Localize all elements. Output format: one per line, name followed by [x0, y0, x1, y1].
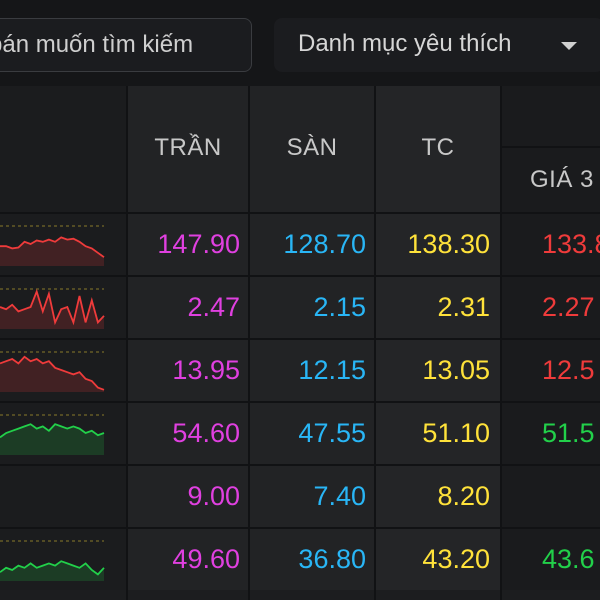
table-row[interactable]: 49.60 36.80 43.20 43.6: [0, 527, 600, 590]
sparkline-cell: [0, 403, 126, 464]
floor-price[interactable]: 7.40: [250, 466, 374, 527]
reference-price[interactable]: 2.31: [376, 277, 500, 338]
ceiling-price[interactable]: 13.95: [128, 340, 248, 401]
sparkline-area: [0, 237, 104, 266]
column-divider: [126, 86, 128, 600]
column-divider: [500, 86, 502, 600]
floor-price[interactable]: 12.15: [250, 340, 374, 401]
header-floor[interactable]: SÀN: [250, 86, 374, 212]
reference-price[interactable]: 138.30: [376, 214, 500, 275]
price3-value[interactable]: 2.27: [502, 277, 600, 338]
header-ceiling[interactable]: TRẦN: [128, 86, 248, 212]
sparkline-cell: [0, 340, 126, 401]
sparkline-cell: [0, 466, 126, 527]
price-board: Danh mục yêu thích TRẦN SÀN TC GIÁ 3 147…: [0, 0, 600, 600]
search-box[interactable]: [0, 18, 252, 72]
table-row[interactable]: 54.60 47.55 51.10 51.5: [0, 401, 600, 464]
sparkline: [0, 414, 105, 455]
table-header: TRẦN SÀN TC GIÁ 3: [0, 86, 600, 212]
header-price3-label: GIÁ 3: [530, 166, 594, 193]
price3-value[interactable]: 12.5: [502, 340, 600, 401]
ceiling-price[interactable]: 49.60: [128, 529, 248, 590]
sparkline-cell: [0, 214, 126, 275]
header-chart-cell: [0, 86, 126, 212]
sparkline: [0, 351, 105, 392]
reference-price[interactable]: 13.05: [376, 340, 500, 401]
stock-table: TRẦN SÀN TC GIÁ 3 147.90 128.70 138.30 133.…: [0, 86, 600, 600]
header-floor-label: SÀN: [286, 134, 338, 161]
watchlist-dropdown[interactable]: Danh mục yêu thích: [274, 18, 600, 72]
column-divider: [248, 86, 250, 600]
header-group-buy: [502, 86, 600, 146]
floor-price[interactable]: 128.70: [250, 214, 374, 275]
header-price3[interactable]: GIÁ 3: [502, 148, 600, 212]
floor-price[interactable]: 36.80: [250, 529, 374, 590]
floor-price[interactable]: 47.55: [250, 403, 374, 464]
ceiling-price[interactable]: 9.00: [128, 466, 248, 527]
table-row[interactable]: 2.47 2.15 2.31 2.27: [0, 275, 600, 338]
sparkline: [0, 288, 105, 329]
column-divider: [374, 86, 376, 600]
sparkline: [0, 540, 105, 581]
sparkline-cell: [0, 529, 126, 590]
ceiling-price[interactable]: 54.60: [128, 403, 248, 464]
price3-value[interactable]: 133.8: [502, 214, 600, 275]
reference-price[interactable]: 51.10: [376, 403, 500, 464]
price3-value[interactable]: 51.5: [502, 403, 600, 464]
floor-price[interactable]: 2.15: [250, 277, 374, 338]
table-row[interactable]: 13.95 12.15 13.05 12.5: [0, 338, 600, 401]
reference-price[interactable]: 8.20: [376, 466, 500, 527]
header-ceiling-label: TRẦN: [154, 134, 222, 161]
search-input[interactable]: [0, 19, 251, 71]
ceiling-price[interactable]: 2.47: [128, 277, 248, 338]
toolbar: Danh mục yêu thích: [0, 0, 600, 86]
table-row[interactable]: 147.90128.70138.30133.8: [0, 212, 600, 275]
sparkline: [0, 225, 105, 266]
watchlist-label: Danh mục yêu thích: [298, 30, 512, 57]
header-reference-label: TC: [421, 134, 455, 161]
table-row[interactable]: 9.00 7.40 8.20: [0, 464, 600, 527]
chevron-down-icon[interactable]: [561, 42, 577, 50]
price3-value[interactable]: 43.6: [502, 529, 600, 590]
sparkline-cell: [0, 277, 126, 338]
ceiling-price[interactable]: 147.90: [128, 214, 248, 275]
price3-value[interactable]: [502, 466, 600, 527]
header-reference[interactable]: TC: [376, 86, 500, 212]
reference-price[interactable]: 43.20: [376, 529, 500, 590]
